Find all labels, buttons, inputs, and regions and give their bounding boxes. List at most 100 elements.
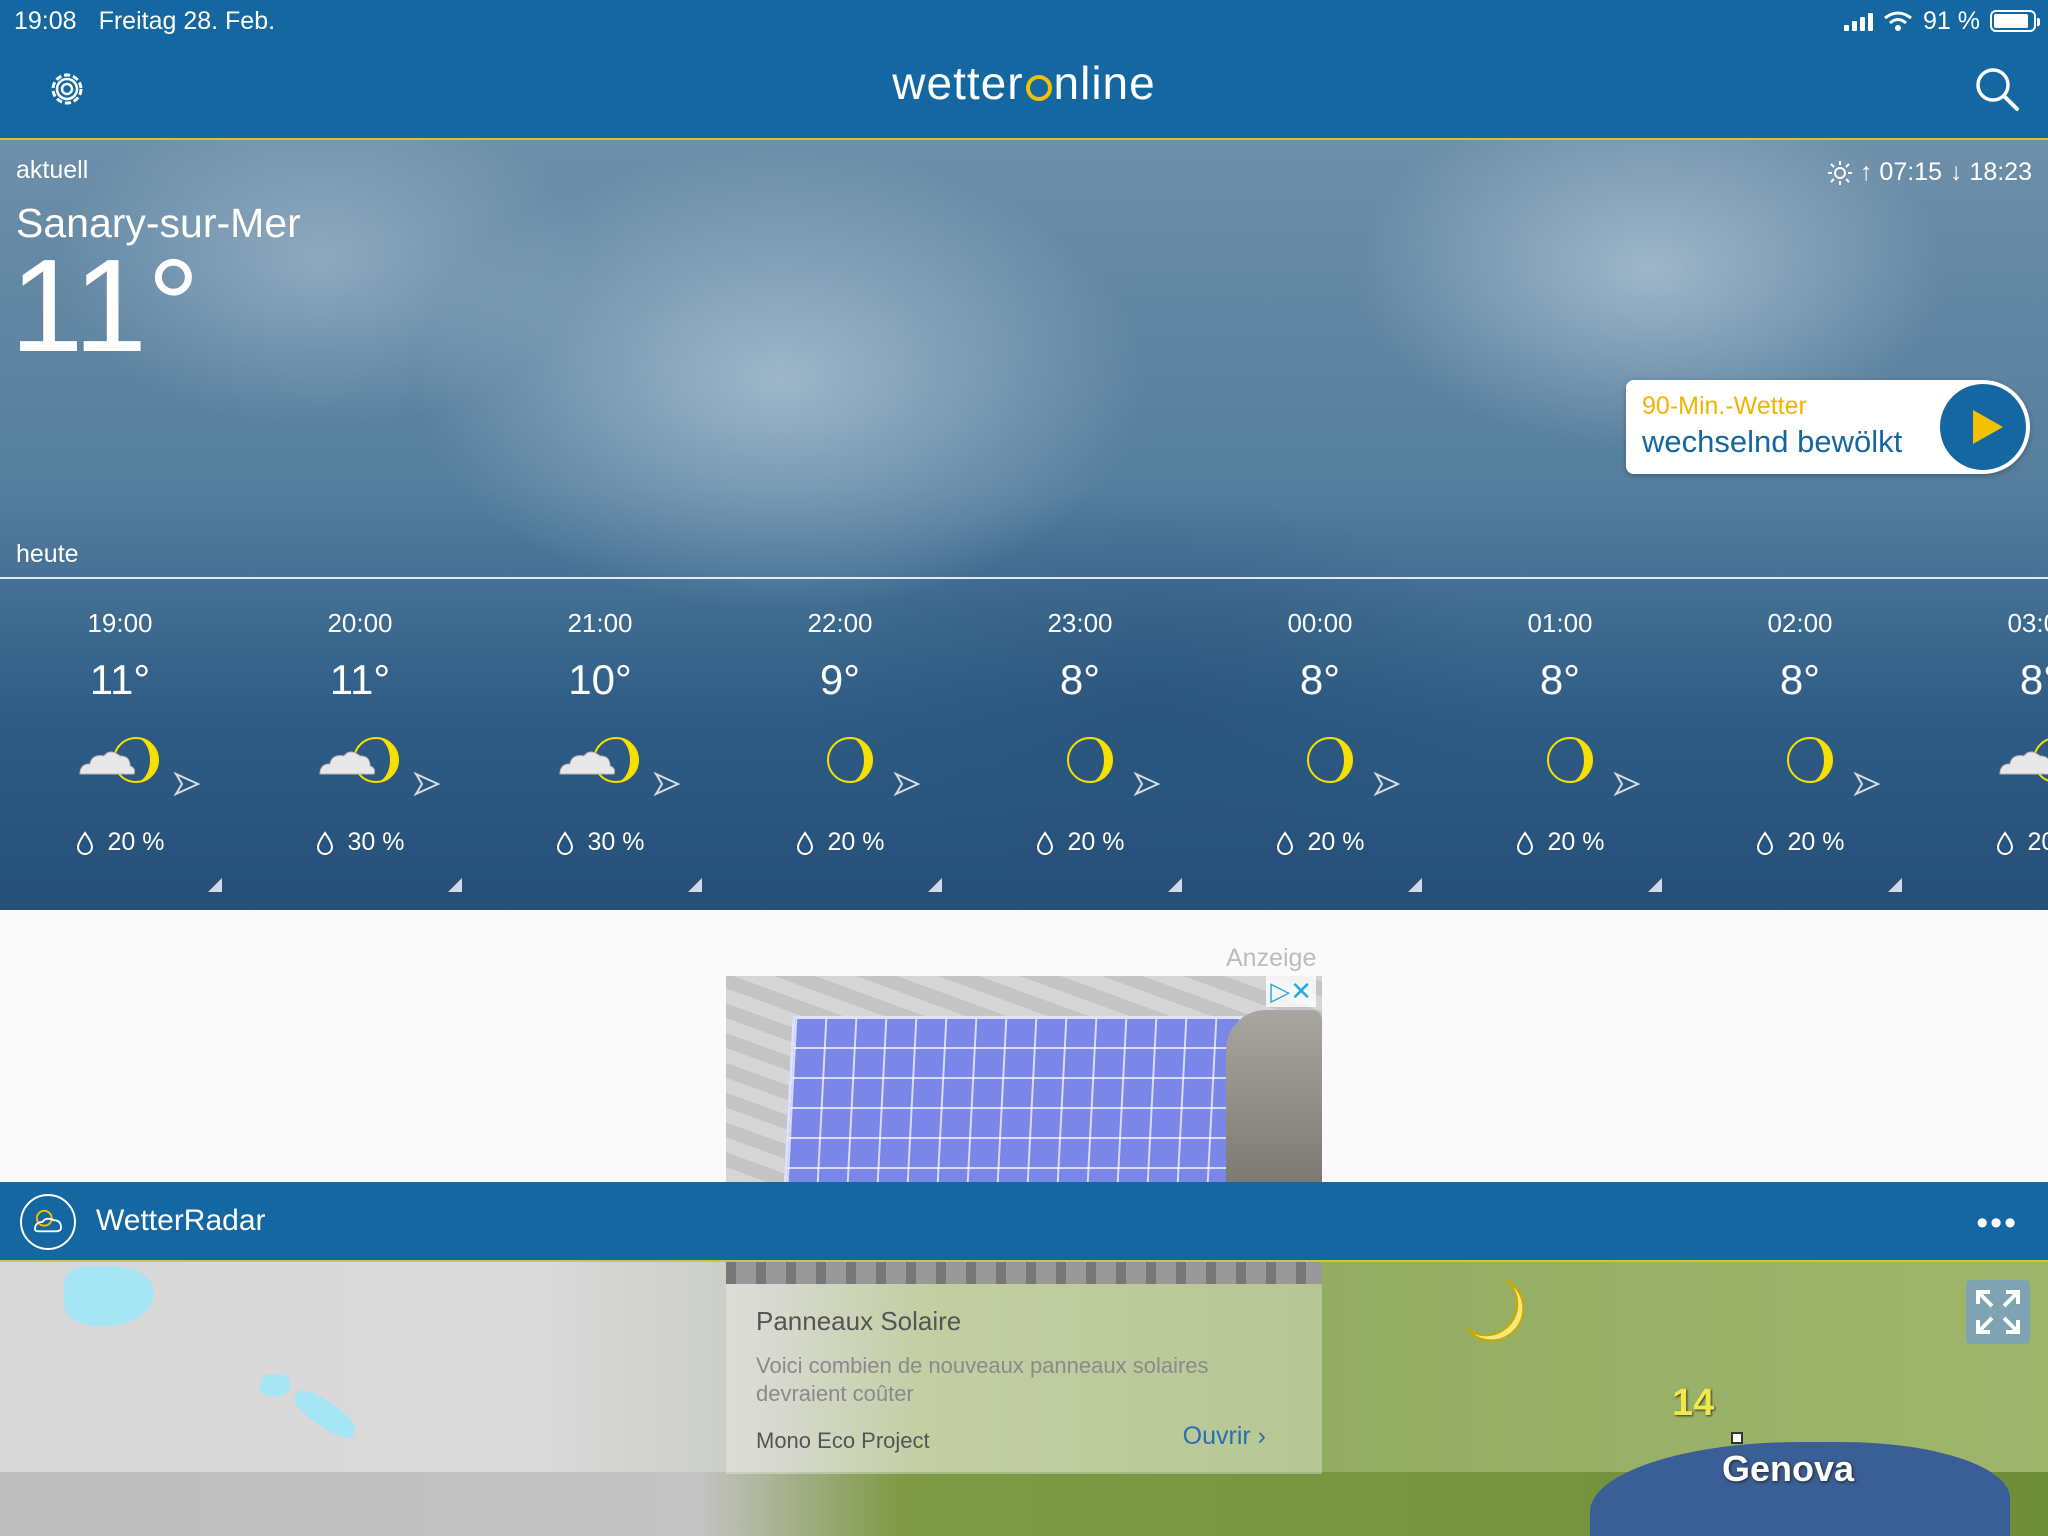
ad-title: Panneaux Solaire [756,1306,962,1336]
ad-banner[interactable]: Anzeige ▷✕ [0,910,2048,1182]
cloud-moon-icon [319,737,399,783]
hour-time: 01:00 [1527,608,1593,638]
hour-temperature: 8° [1539,656,1581,703]
hour-time: 19:00 [87,608,153,638]
expand-corner-icon [448,878,462,892]
expand-corner-icon [1888,878,1902,892]
nowcast-title: 90-Min.-Wetter [1642,392,1807,420]
moon-icon [1465,1279,1525,1342]
radar-title: WetterRadar [96,1204,266,1237]
wind-direction-icon [1853,771,1881,797]
hour-temperature: 8° [1299,656,1341,703]
hour-time: 22:00 [807,608,873,638]
cloud-moon-icon [79,737,159,783]
current-temperature: 11° [10,232,200,379]
wind-direction-icon [413,771,441,797]
hour-column[interactable]: 02:00 8° 20 % [1680,578,1920,910]
play-icon[interactable] [1940,384,2026,470]
wind-direction-icon [893,771,921,797]
nowcast-card[interactable]: 90-Min.-Wetter wechselnd bewölkt [1626,380,2030,474]
hour-time: 23:00 [1047,608,1113,638]
rain-value: 20 % [827,828,885,856]
expand-corner-icon [1408,878,1422,892]
moon-icon [1307,737,1353,783]
lake-shape [64,1266,154,1326]
rain-value: 20 % [1547,828,1605,856]
expand-corner-icon [1648,878,1662,892]
lake-shape [260,1374,290,1396]
raindrop-icon [316,830,333,855]
raindrop-icon [1756,830,1773,855]
status-bar-left: 19:08 Freitag 28. Feb. [14,4,275,38]
hour-column[interactable]: 03:00 8° 20 % [1920,578,2048,910]
rain-probability: 20 % [1440,828,1680,857]
rain-probability: 20 % [1200,828,1440,857]
expand-icon[interactable] [1966,1280,2030,1344]
rain-value: 20 % [107,828,165,856]
cellular-signal-icon [1844,11,1874,31]
hour-temperature: 8° [1779,656,1821,703]
ad-label: Anzeige [1226,944,1317,972]
worker-image [1226,1010,1322,1182]
search-icon[interactable] [1974,66,2020,112]
current-label: aktuell [16,156,89,184]
nowcast-text: wechselnd bewölkt [1642,424,1903,459]
rain-probability: 20 % [1920,828,2048,857]
raindrop-icon [1516,830,1533,855]
hour-time: 02:00 [1767,608,1833,638]
adchoices-close-icon[interactable]: ▷✕ [1266,976,1316,1007]
hour-temperature: 11° [89,656,151,703]
expand-corner-icon [688,878,702,892]
more-menu-icon[interactable]: ••• [1976,1204,2018,1243]
battery-percent: 91 % [1923,6,1980,35]
rain-value: 20 % [1307,828,1365,856]
hour-column[interactable]: 19:00 11° 20 % [0,578,240,910]
rain-probability: 20 % [960,828,1200,857]
raindrop-icon [76,830,93,855]
ad-open-link[interactable]: Ouvrir › [1183,1422,1266,1451]
ad-card[interactable]: Panneaux Solaire Voici combien de nouvea… [726,1262,1322,1474]
map-temperature-label: 14 [1672,1382,1715,1424]
hour-time: 20:00 [327,608,393,638]
hourly-forecast[interactable]: 19:00 11° 20 % 20:00 11° 30 % 21:00 10° 30 % 22:0… [0,578,2048,910]
ad-brand: Mono Eco Project [756,1428,930,1453]
ad-image-strip [726,1262,1322,1284]
logo-sun-icon [1025,75,1052,101]
map-city-label: Genova [1722,1448,1855,1489]
cloud-moon-icon [1999,738,2048,782]
rain-value: 20 % [1067,828,1125,856]
rain-value: 30 % [587,828,645,856]
hour-column[interactable]: 22:00 9° 20 % [720,578,960,910]
status-time: 19:08 [14,6,77,35]
status-date: Freitag 28. Feb. [98,6,276,35]
raindrop-icon [796,830,813,855]
rain-probability: 30 % [480,828,720,857]
hour-column[interactable]: 00:00 8° 20 % [1200,578,1440,910]
current-weather-panel: aktuell Sanary-sur-Mer 11° ↑ 07:15 ↓ 18:… [0,140,2048,910]
hour-temperature: 11° [329,656,391,703]
raindrop-icon [1276,830,1293,855]
app-header: 19:08 Freitag 28. Feb. 91 % wetter nline [0,0,2048,140]
lake-shape [289,1384,361,1444]
app-screen: 19:08 Freitag 28. Feb. 91 % wetter nline … [0,0,2048,1536]
hour-column[interactable]: 21:00 10° 30 % [480,578,720,910]
moon-icon [827,737,873,783]
cloud-moon-icon [559,737,639,783]
hour-temperature: 10° [568,656,632,703]
raindrop-icon [1036,830,1053,855]
radar-header[interactable]: WetterRadar ••• [0,1182,2048,1262]
rain-value: 20 % [1787,828,1845,856]
rain-probability: 20 % [720,828,960,857]
hour-temperature: 9° [819,656,861,703]
hour-column[interactable]: 01:00 8° 20 % [1440,578,1680,910]
ad-image[interactable]: ▷✕ [726,976,1322,1182]
rain-probability: 20 % [0,828,240,857]
hour-column[interactable]: 23:00 8° 20 % [960,578,1200,910]
app-logo: wetter nline [892,57,1156,109]
wifi-icon [1884,11,1912,31]
wind-direction-icon [1613,771,1641,797]
status-bar-right: 91 % [1844,4,2040,38]
solar-panel-image [783,1016,1243,1182]
radar-map[interactable]: 14 Genova Panneaux Solaire Voici combien… [0,1262,2048,1536]
hour-column[interactable]: 20:00 11° 30 % [240,578,480,910]
